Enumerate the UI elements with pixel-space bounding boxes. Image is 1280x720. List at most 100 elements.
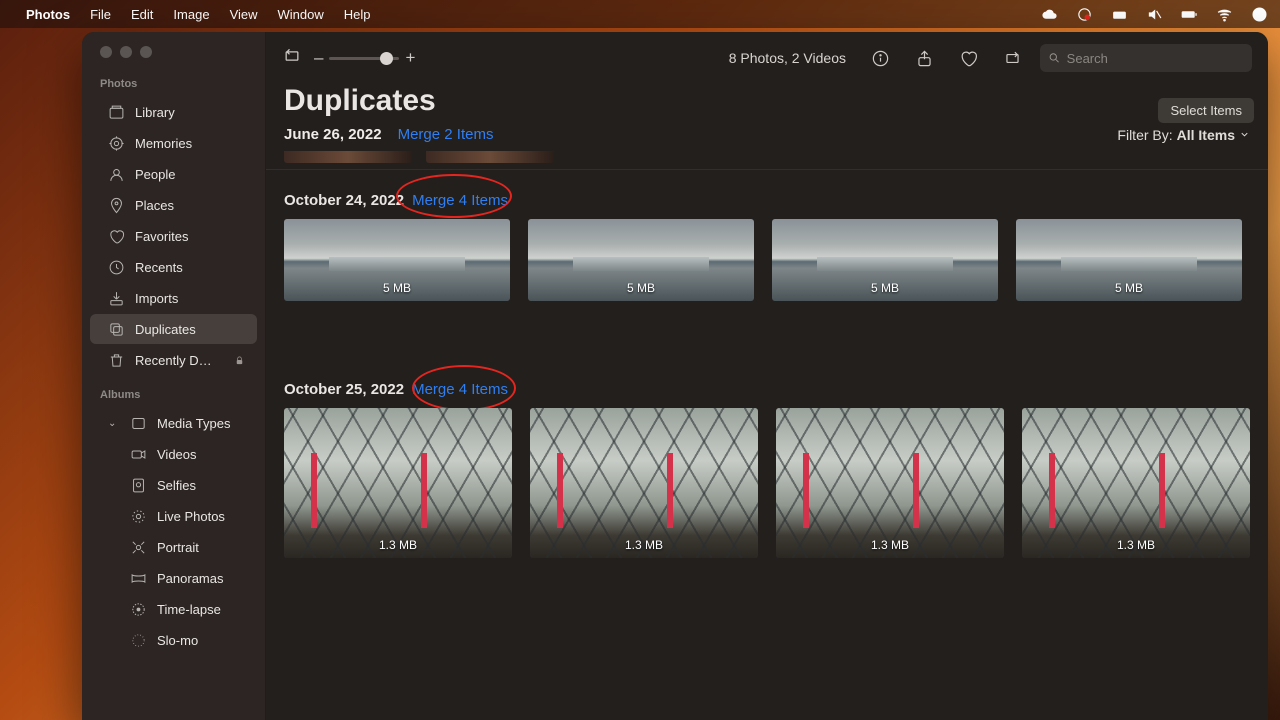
menu-window[interactable]: Window xyxy=(278,7,324,22)
file-size: 5 MB xyxy=(871,281,899,295)
cloud-icon[interactable] xyxy=(1041,6,1058,23)
photo-thumbnail[interactable]: 5 MB xyxy=(1016,219,1242,301)
sidebar-item-label: Memories xyxy=(135,136,192,151)
control-center-icon[interactable] xyxy=(1251,6,1268,23)
sidebar-item-label: Selfies xyxy=(157,478,196,493)
favorite-button[interactable] xyxy=(952,42,984,74)
merge-link[interactable]: Merge 4 Items xyxy=(412,192,508,209)
selfie-icon xyxy=(130,477,147,494)
sidebar-item-label: Live Photos xyxy=(157,509,225,524)
sidebar-item-imports[interactable]: Imports xyxy=(90,283,257,313)
file-size: 1.3 MB xyxy=(625,538,663,552)
clock-icon xyxy=(108,259,125,276)
battery-icon[interactable] xyxy=(1181,6,1198,23)
photo-thumbnail[interactable]: 1.3 MB xyxy=(530,408,758,558)
menu-file[interactable]: File xyxy=(90,7,111,22)
sidebar-item-label: Time-lapse xyxy=(157,602,221,617)
menu-image[interactable]: Image xyxy=(173,7,209,22)
sidebar-item-label: Media Types xyxy=(157,416,230,431)
filter-label: Filter By: xyxy=(1117,127,1172,143)
toolbar: – + 8 Photos, 2 Videos xyxy=(266,32,1268,84)
zoom-slider[interactable]: – + xyxy=(314,48,415,68)
sidebar-item-label: Recently D… xyxy=(135,353,212,368)
sidebar-item-media-types[interactable]: ⌄Media Types xyxy=(90,408,257,438)
heart-icon xyxy=(108,228,125,245)
photo-thumbnail[interactable]: 5 MB xyxy=(772,219,998,301)
file-size: 1.3 MB xyxy=(379,538,417,552)
sidebar-item-memories[interactable]: Memories xyxy=(90,128,257,158)
photos-window: Photos Library Memories People Places Fa… xyxy=(82,32,1268,720)
sidebar-section-photos: Photos xyxy=(82,78,265,96)
photo-thumbnail[interactable]: 1.3 MB xyxy=(776,408,1004,558)
menu-view[interactable]: View xyxy=(230,7,258,22)
sidebar-item-label: Slo-mo xyxy=(157,633,198,648)
photo-thumbnail[interactable]: 5 MB xyxy=(284,219,510,301)
video-icon xyxy=(130,446,147,463)
sidebar-item-live-photos[interactable]: Live Photos xyxy=(90,501,257,531)
menu-help[interactable]: Help xyxy=(344,7,371,22)
do-not-disturb-icon[interactable] xyxy=(1111,6,1128,23)
window-controls[interactable] xyxy=(82,46,265,58)
sidebar-item-label: Videos xyxy=(157,447,197,462)
zoom-out-button[interactable]: – xyxy=(314,48,323,68)
sidebar-section-albums: Albums xyxy=(82,389,265,407)
item-count: 8 Photos, 2 Videos xyxy=(729,50,846,66)
menu-edit[interactable]: Edit xyxy=(131,7,153,22)
filter-value: All Items xyxy=(1177,127,1235,143)
filter-dropdown[interactable]: Filter By: All Items xyxy=(1117,127,1250,143)
search-field[interactable] xyxy=(1040,44,1252,72)
thumbnail-row: 5 MB 5 MB 5 MB 5 MB xyxy=(266,219,1268,321)
sidebar-item-portrait[interactable]: Portrait xyxy=(90,532,257,562)
sidebar-item-people[interactable]: People xyxy=(90,159,257,189)
file-size: 5 MB xyxy=(383,281,411,295)
rotate-right-button[interactable] xyxy=(996,42,1028,74)
sidebar-item-favorites[interactable]: Favorites xyxy=(90,221,257,251)
info-button[interactable] xyxy=(864,42,896,74)
folder-icon xyxy=(130,415,147,432)
sidebar-item-selfies[interactable]: Selfies xyxy=(90,470,257,500)
wifi-icon[interactable] xyxy=(1216,6,1233,23)
photo-thumbnail[interactable]: 5 MB xyxy=(528,219,754,301)
sidebar-item-slomo[interactable]: Slo-mo xyxy=(90,625,257,655)
sidebar-item-recently-deleted[interactable]: Recently D… xyxy=(90,345,257,375)
sidebar-item-videos[interactable]: Videos xyxy=(90,439,257,469)
slomo-icon xyxy=(130,632,147,649)
photo-thumbnail[interactable]: 1.3 MB xyxy=(1022,408,1250,558)
sidebar-item-recents[interactable]: Recents xyxy=(90,252,257,282)
volume-muted-icon[interactable] xyxy=(1146,6,1163,23)
search-input[interactable] xyxy=(1067,51,1244,66)
sidebar-item-places[interactable]: Places xyxy=(90,190,257,220)
lock-icon xyxy=(234,355,245,366)
partial-thumb-row xyxy=(284,151,1250,163)
sticky-group-header: June 26, 2022 Merge 2 Items Filter By: A… xyxy=(266,126,1268,151)
sidebar-item-label: Portrait xyxy=(157,540,199,555)
file-size: 1.3 MB xyxy=(871,538,909,552)
sidebar-item-library[interactable]: Library xyxy=(90,97,257,127)
record-icon[interactable] xyxy=(1076,6,1093,23)
sidebar-item-label: Favorites xyxy=(135,229,188,244)
sidebar: Photos Library Memories People Places Fa… xyxy=(82,32,266,720)
select-items-button[interactable]: Select Items xyxy=(1158,98,1254,123)
import-icon xyxy=(108,290,125,307)
merge-link[interactable]: Merge 4 Items xyxy=(412,381,508,398)
duplicates-icon xyxy=(108,321,125,338)
trash-icon xyxy=(108,352,125,369)
zoom-track[interactable] xyxy=(329,57,399,60)
rotate-button[interactable] xyxy=(282,46,302,71)
sidebar-item-duplicates[interactable]: Duplicates xyxy=(90,314,257,344)
sidebar-item-timelapse[interactable]: Time-lapse xyxy=(90,594,257,624)
group-date: October 24, 2022 xyxy=(284,192,404,209)
group-date: October 25, 2022 xyxy=(284,381,404,398)
portrait-icon xyxy=(130,539,147,556)
share-button[interactable] xyxy=(908,42,940,74)
memories-icon xyxy=(108,135,125,152)
merge-link[interactable]: Merge 2 Items xyxy=(398,126,494,143)
sidebar-item-label: Panoramas xyxy=(157,571,223,586)
group-header: October 24, 2022 Merge 4 Items xyxy=(266,178,1268,219)
app-menu[interactable]: Photos xyxy=(26,7,70,22)
zoom-in-button[interactable]: + xyxy=(405,48,415,68)
sidebar-item-panoramas[interactable]: Panoramas xyxy=(90,563,257,593)
people-icon xyxy=(108,166,125,183)
search-icon xyxy=(1048,51,1061,65)
photo-thumbnail[interactable]: 1.3 MB xyxy=(284,408,512,558)
